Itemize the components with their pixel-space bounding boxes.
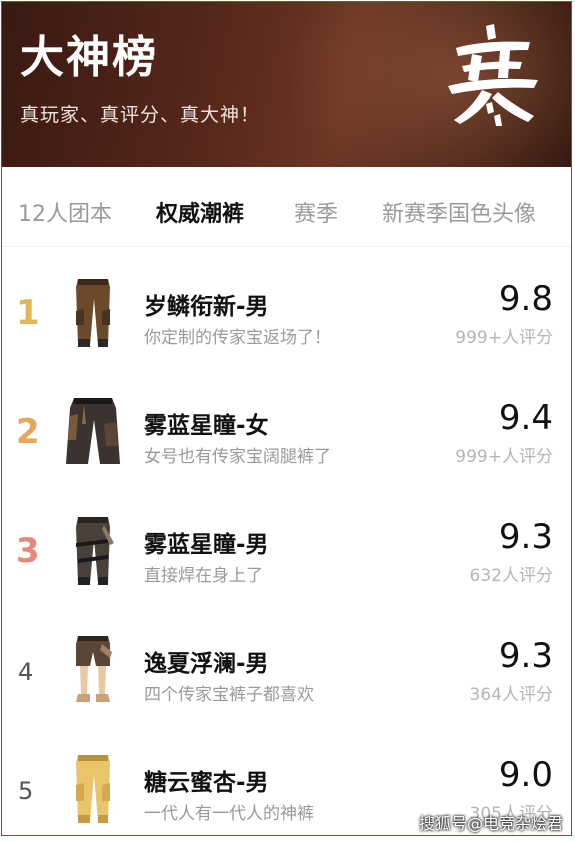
item-score: 9.3 — [498, 517, 553, 557]
rank-number: 1 — [16, 293, 40, 333]
rating-count: 999+人评分 — [455, 447, 553, 467]
item-description: 一代人有一代人的神裤 — [144, 804, 314, 824]
brown-cargo-pants-icon — [76, 279, 110, 347]
item-description: 你定制的传家宝返场了！ — [144, 328, 331, 348]
item-name: 雾蓝星瞳-男 — [144, 532, 269, 558]
list-item[interactable]: 2 雾蓝星瞳-女 女号也有传家宝阔腿裤了 9.4 999+人评分 — [2, 376, 571, 494]
item-name: 雾蓝星瞳-女 — [144, 413, 269, 439]
item-name: 岁鳞衔新-男 — [144, 294, 269, 320]
list-item[interactable]: 4 逸夏浮澜-男 四个传家宝裤子都喜欢 9.3 364人评分 — [2, 614, 571, 732]
tab-12-raid[interactable]: 12人团本 — [18, 196, 112, 228]
item-score: 9.8 — [498, 279, 553, 319]
ranking-card: 大神榜 真玩家、真评分、真大神！ 12人团本 权威潮裤 赛季 新赛季国色头像 1 — [1, 1, 572, 836]
rank-number: 5 — [18, 777, 34, 805]
rank-number: 2 — [16, 412, 40, 452]
rank-number: 3 — [16, 531, 40, 571]
list-item[interactable]: 3 雾蓝星瞳-男 直接焊在身上了 9.3 632人评分 — [2, 495, 571, 613]
item-name: 糖云蜜杏-男 — [144, 770, 269, 796]
header-banner: 大神榜 真玩家、真评分、真大神！ — [2, 2, 571, 167]
page-subtitle: 真玩家、真评分、真大神！ — [20, 104, 261, 126]
dark-wide-leg-pants-icon — [66, 398, 120, 464]
item-score: 9.0 — [498, 755, 553, 795]
rating-count: 632人评分 — [469, 566, 553, 586]
item-score: 9.4 — [498, 398, 553, 438]
item-name: 逸夏浮澜-男 — [144, 651, 269, 677]
tab-season[interactable]: 赛季 — [294, 196, 338, 228]
item-description: 四个传家宝裤子都喜欢 — [144, 685, 314, 705]
dark-strap-pants-icon — [76, 517, 114, 585]
item-score: 9.3 — [498, 636, 553, 676]
shorts-icon — [76, 636, 112, 702]
rating-count: 364人评分 — [469, 685, 553, 705]
tab-authority-pants[interactable]: 权威潮裤 — [156, 196, 244, 228]
tab-new-season-avatar[interactable]: 新赛季国色头像 — [382, 196, 536, 228]
list-item[interactable]: 1 岁鳞衔新-男 你定制的传家宝返场了！ 9.8 999+人评分 — [2, 257, 571, 375]
yellow-cargo-pants-icon — [76, 755, 110, 823]
rating-count: 999+人评分 — [455, 328, 553, 348]
tab-bar: 12人团本 权威潮裤 赛季 新赛季国色头像 — [2, 182, 571, 247]
rank-number: 4 — [18, 658, 34, 686]
item-description: 女号也有传家宝阔腿裤了 — [144, 447, 331, 467]
page-title: 大神榜 — [20, 32, 158, 83]
watermark: 搜狐号@电竞杂烩君 — [418, 814, 563, 833]
item-description: 直接焊在身上了 — [144, 566, 263, 586]
calligraphy-logo-icon — [448, 24, 538, 126]
